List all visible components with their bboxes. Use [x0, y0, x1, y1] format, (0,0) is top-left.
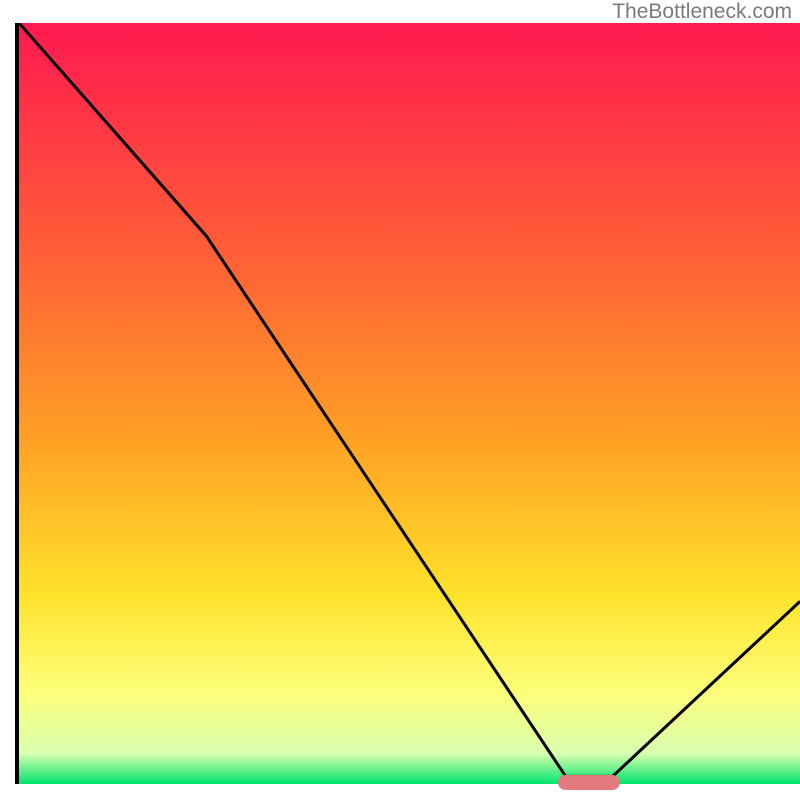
chart-container	[0, 23, 800, 800]
gradient-background	[19, 23, 800, 784]
optimal-marker	[558, 775, 620, 790]
watermark-text: TheBottleneck.com	[612, 0, 792, 24]
chart-svg	[19, 23, 800, 784]
